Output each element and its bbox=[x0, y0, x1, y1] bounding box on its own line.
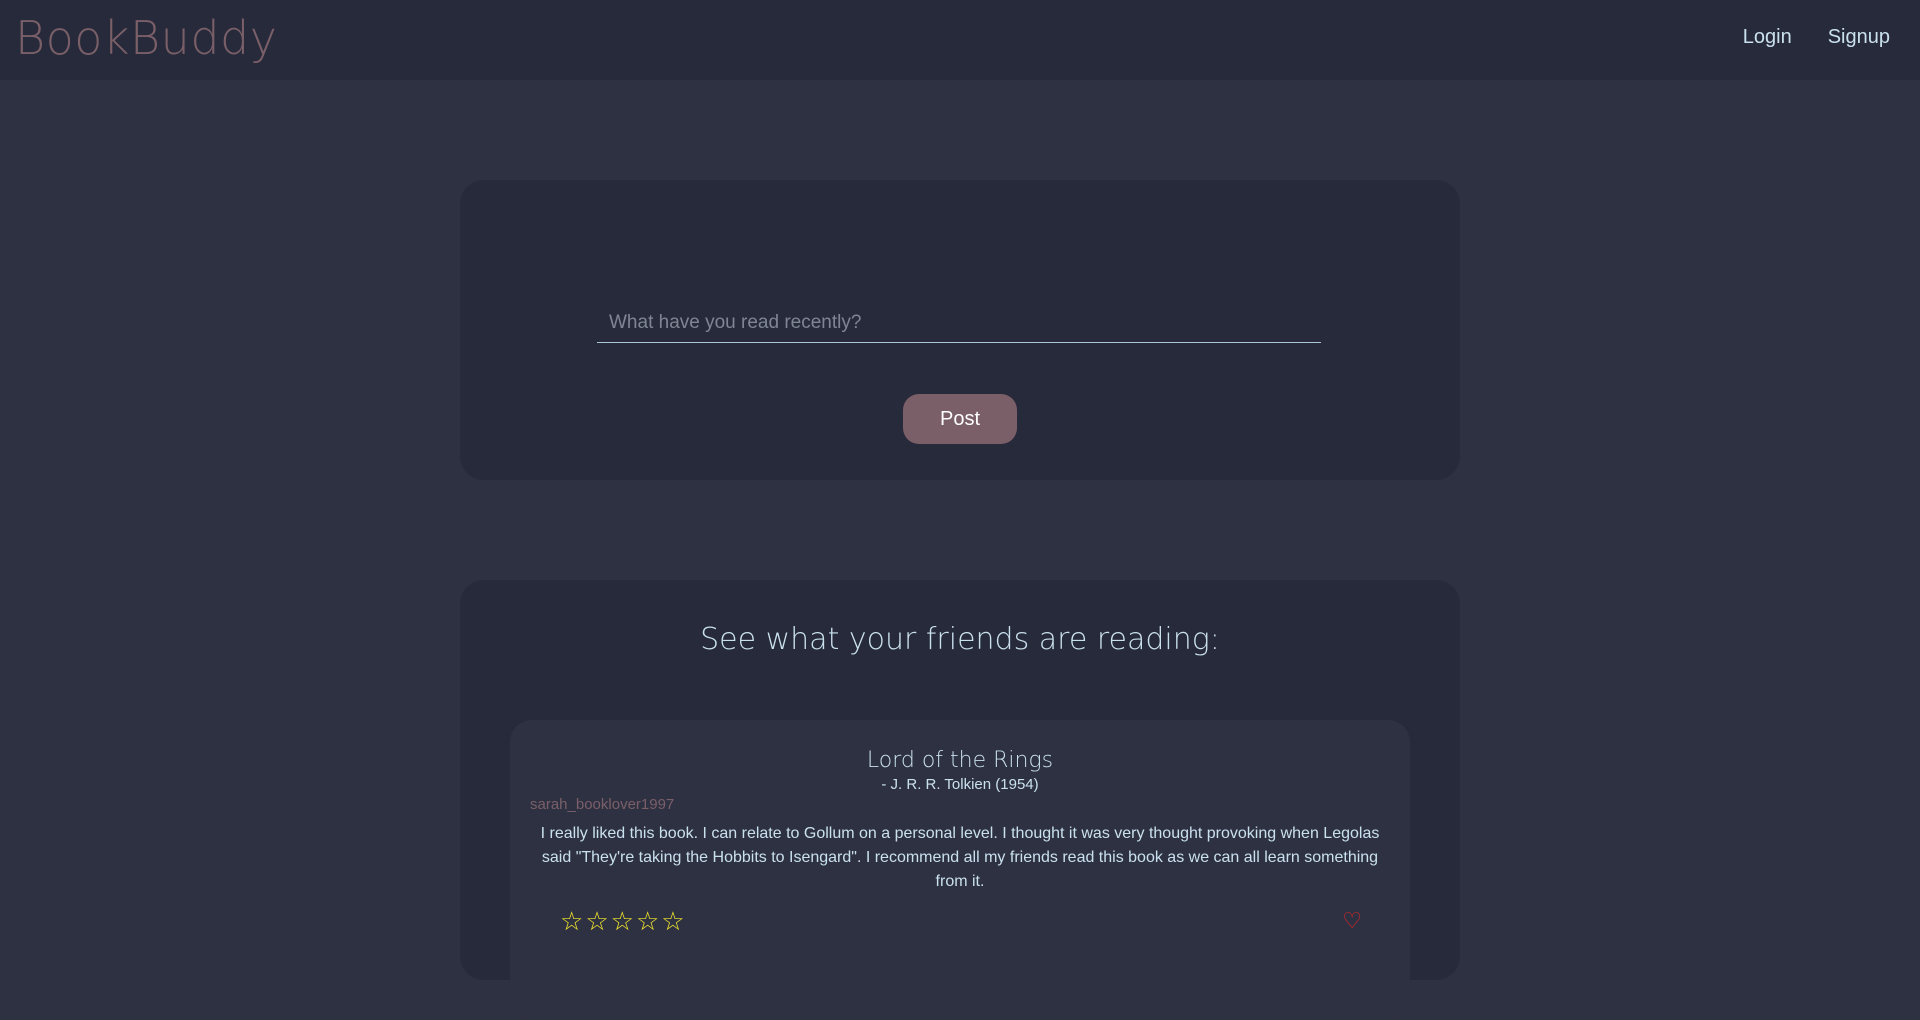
post-form-card: Post bbox=[460, 180, 1460, 480]
star-icon[interactable]: ☆ bbox=[661, 907, 684, 935]
book-author: - J. R. R. Tolkien (1954) bbox=[881, 776, 1039, 793]
nav-links: Login Signup bbox=[1743, 26, 1890, 49]
star-rating: ☆ ☆ ☆ ☆ ☆ bbox=[560, 907, 685, 935]
review-card: Lord of the Rings - J. R. R. Tolkien (19… bbox=[510, 720, 1410, 1020]
feed-title: See what your friends are reading: bbox=[700, 622, 1220, 657]
post-button[interactable]: Post bbox=[903, 394, 1017, 444]
reviewer-username[interactable]: sarah_booklover1997 bbox=[530, 796, 674, 813]
star-icon[interactable]: ☆ bbox=[585, 907, 608, 935]
star-icon[interactable]: ☆ bbox=[611, 907, 634, 935]
post-input[interactable] bbox=[597, 303, 1321, 343]
star-icon[interactable]: ☆ bbox=[636, 907, 659, 935]
review-text: I really liked this book. I can relate t… bbox=[540, 825, 1380, 890]
signup-link[interactable]: Signup bbox=[1828, 26, 1890, 49]
star-icon[interactable]: ☆ bbox=[560, 907, 583, 935]
brand-logo[interactable]: BookBuddy bbox=[15, 8, 277, 68]
heart-icon[interactable]: ♡ bbox=[1342, 909, 1362, 933]
navbar: BookBuddy Login Signup bbox=[0, 0, 1920, 80]
friends-feed: See what your friends are reading: Lord … bbox=[460, 580, 1460, 1020]
login-link[interactable]: Login bbox=[1743, 26, 1792, 49]
book-title: Lord of the Rings bbox=[866, 748, 1054, 773]
